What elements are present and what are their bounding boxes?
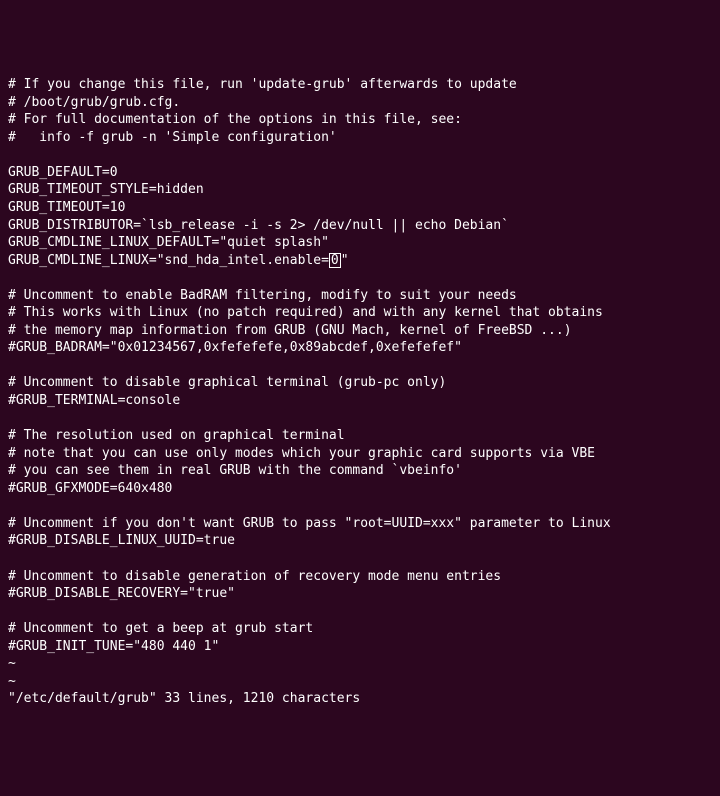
- terminal-line: # Uncomment if you don't want GRUB to pa…: [8, 515, 712, 533]
- terminal-line: #GRUB_GFXMODE=640x480: [8, 480, 712, 498]
- terminal-line: GRUB_CMDLINE_LINUX_DEFAULT="quiet splash…: [8, 234, 712, 252]
- vim-empty-line-tilde: ~: [8, 655, 712, 673]
- terminal-line: [8, 269, 712, 287]
- terminal-line: [8, 146, 712, 164]
- terminal-line: #GRUB_DISABLE_RECOVERY="true": [8, 585, 712, 603]
- terminal-line: #GRUB_DISABLE_LINUX_UUID=true: [8, 532, 712, 550]
- terminal-line: GRUB_TIMEOUT=10: [8, 199, 712, 217]
- terminal-line: #GRUB_TERMINAL=console: [8, 392, 712, 410]
- terminal-line: # This works with Linux (no patch requir…: [8, 304, 712, 322]
- terminal-line: # Uncomment to enable BadRAM filtering, …: [8, 287, 712, 305]
- terminal-line: # Uncomment to get a beep at grub start: [8, 620, 712, 638]
- terminal-line: # The resolution used on graphical termi…: [8, 427, 712, 445]
- terminal-line: # For full documentation of the options …: [8, 111, 712, 129]
- terminal-line: # /boot/grub/grub.cfg.: [8, 94, 712, 112]
- terminal-line: # Uncomment to disable graphical termina…: [8, 374, 712, 392]
- terminal-line: # the memory map information from GRUB (…: [8, 322, 712, 340]
- vim-empty-line-tilde: ~: [8, 673, 712, 691]
- line-text-post: ": [341, 253, 349, 268]
- terminal-line: [8, 603, 712, 621]
- vim-status-line: "/etc/default/grub" 33 lines, 1210 chara…: [8, 690, 712, 708]
- terminal-line: # info -f grub -n 'Simple configuration': [8, 129, 712, 147]
- terminal-line: [8, 357, 712, 375]
- terminal-line: GRUB_DISTRIBUTOR=`lsb_release -i -s 2> /…: [8, 217, 712, 235]
- text-cursor: 0: [329, 253, 341, 268]
- terminal-line: # note that you can use only modes which…: [8, 445, 712, 463]
- terminal-line: GRUB_TIMEOUT_STYLE=hidden: [8, 181, 712, 199]
- terminal-line: [8, 497, 712, 515]
- terminal-line: [8, 550, 712, 568]
- terminal-line: # you can see them in real GRUB with the…: [8, 462, 712, 480]
- terminal-line: # Uncomment to disable generation of rec…: [8, 568, 712, 586]
- terminal-line: [8, 410, 712, 428]
- line-text-pre: GRUB_CMDLINE_LINUX="snd_hda_intel.enable…: [8, 253, 329, 268]
- terminal-line: GRUB_DEFAULT=0: [8, 164, 712, 182]
- terminal-editor[interactable]: # If you change this file, run 'update-g…: [8, 76, 712, 708]
- terminal-line: # If you change this file, run 'update-g…: [8, 76, 712, 94]
- terminal-line-with-cursor: GRUB_CMDLINE_LINUX="snd_hda_intel.enable…: [8, 252, 712, 270]
- terminal-line: #GRUB_BADRAM="0x01234567,0xfefefefe,0x89…: [8, 339, 712, 357]
- terminal-line: #GRUB_INIT_TUNE="480 440 1": [8, 638, 712, 656]
